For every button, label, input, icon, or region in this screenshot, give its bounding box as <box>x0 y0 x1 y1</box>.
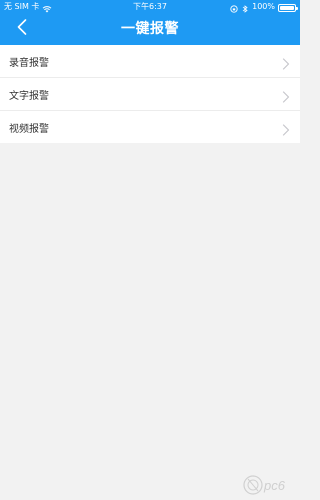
battery-icon <box>278 4 298 12</box>
status-right: 100% <box>230 0 298 14</box>
menu-item-text-alarm[interactable]: 文字报警 <box>0 78 300 111</box>
menu-item-label: 录音报警 <box>9 57 49 69</box>
battery-percent: 100% <box>252 2 275 11</box>
header: 无 SIM 卡 下午6:37 100% 一键报警 <box>0 0 300 45</box>
battery-level-fill <box>280 6 294 10</box>
status-bar: 无 SIM 卡 下午6:37 100% <box>0 0 300 14</box>
bluetooth-icon <box>241 4 249 13</box>
nav-bar: 一键报警 <box>0 14 300 45</box>
menu-item-label: 视频报警 <box>9 123 49 135</box>
pc6-watermark-logo: pc6 <box>242 474 294 496</box>
menu-list: 录音报警 文字报警 视频报警 <box>0 45 300 143</box>
menu-item-label: 文字报警 <box>9 90 49 102</box>
svg-text:pc6: pc6 <box>263 478 286 493</box>
page-title: 一键报警 <box>121 21 179 37</box>
menu-item-video-alarm[interactable]: 视频报警 <box>0 111 300 143</box>
app-screen: 无 SIM 卡 下午6:37 100% 一键报警 录音报警 文字报警 视频报警 … <box>0 0 300 500</box>
battery-tip <box>296 7 298 10</box>
chevron-right-icon <box>282 121 290 136</box>
orientation-lock-icon <box>230 4 238 13</box>
chevron-right-icon <box>282 55 290 70</box>
menu-item-audio-alarm[interactable]: 录音报警 <box>0 45 300 78</box>
chevron-right-icon <box>282 88 290 103</box>
